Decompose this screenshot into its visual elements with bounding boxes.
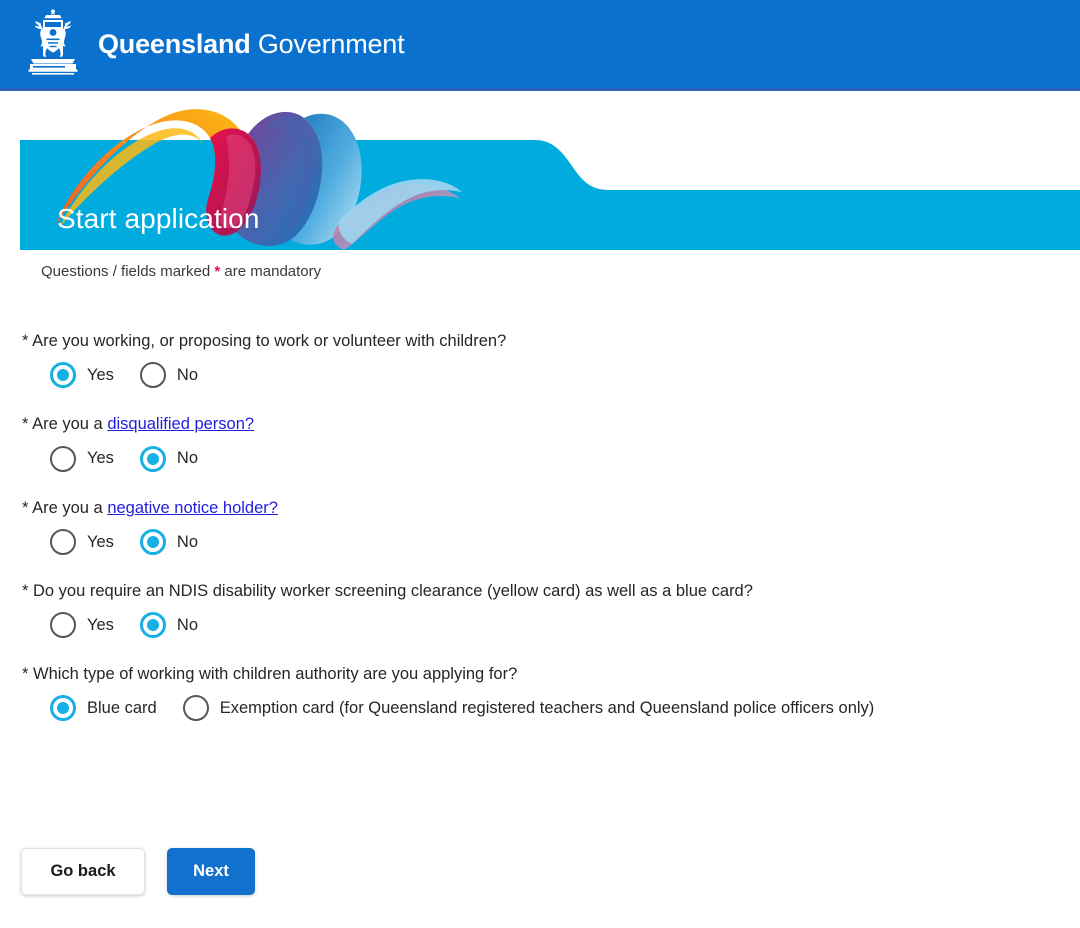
radio-label: Yes (87, 532, 114, 551)
radio-option-ndis-yes[interactable]: Yes (50, 612, 114, 639)
radio-option-negative-notice-yes[interactable]: Yes (50, 528, 114, 555)
radio-option-working-no[interactable]: No (139, 362, 199, 389)
brand-title-bold: Queensland (98, 28, 251, 59)
radio-indicator-selected[interactable] (50, 695, 76, 722)
radio-option-disqualified-no[interactable]: No (139, 445, 199, 472)
radio-option-ndis-no[interactable]: No (139, 612, 199, 639)
radio-label: No (176, 366, 199, 385)
mandatory-fields-note: Questions / fields marked * are mandator… (41, 262, 321, 282)
brand-title: Queensland Government (98, 28, 405, 59)
radio-label: Yes (87, 366, 114, 385)
radio-indicator-unselected[interactable] (50, 528, 76, 555)
radio-indicator-selected[interactable] (139, 445, 166, 472)
form-actions: Go back Next (21, 848, 255, 895)
radio-indicator-unselected[interactable] (50, 612, 76, 639)
radio-label: No (176, 615, 199, 634)
mandatory-note-suffix: are mandatory (220, 263, 322, 280)
brand-title-light: Government (257, 28, 405, 59)
mandatory-note-prefix: Questions / fields marked (41, 263, 215, 280)
radio-indicator-selected[interactable] (50, 362, 76, 389)
radio-label: Blue card (87, 699, 157, 718)
question-label: * Do you require an NDIS disability work… (22, 581, 753, 600)
radio-label: Yes (87, 615, 114, 634)
radio-label: No (176, 532, 199, 551)
radio-option-exemption-card[interactable]: Exemption card (for Queensland registere… (182, 695, 875, 722)
question-block-authority-type: * Which type of working with children au… (22, 663, 1072, 722)
next-button[interactable]: Next (167, 848, 255, 895)
question-block-working-with-children: * Are you working, or proposing to work … (22, 330, 1072, 389)
question-label: * Which type of working with children au… (22, 665, 518, 684)
radio-label: Exemption card (for Queensland registere… (219, 699, 875, 718)
question-text-before-link: * Are you a (22, 415, 108, 434)
negative-notice-holder-link[interactable]: negative notice holder? (107, 499, 278, 517)
start-application-form: * Are you working, or proposing to work … (22, 330, 1072, 746)
radio-option-disqualified-yes[interactable]: Yes (50, 445, 114, 472)
hero-banner: Start application (20, 100, 1080, 250)
radio-label: No (176, 449, 199, 468)
radio-group-working-with-children: Yes No (22, 362, 1072, 389)
queensland-coat-of-arms-icon (28, 9, 78, 75)
question-text-before-link: * Are you a (22, 498, 108, 517)
page-title: Start application (57, 203, 260, 234)
question-block-ndis-clearance: * Do you require an NDIS disability work… (22, 580, 1072, 639)
radio-indicator-unselected[interactable] (50, 445, 76, 472)
radio-option-blue-card[interactable]: Blue card (50, 695, 157, 722)
disqualified-person-link[interactable]: disqualified person? (107, 415, 254, 433)
radio-indicator-selected[interactable] (139, 528, 166, 555)
radio-indicator-unselected[interactable] (139, 362, 166, 389)
go-back-button[interactable]: Go back (21, 848, 145, 895)
radio-indicator-selected[interactable] (139, 612, 166, 639)
question-block-negative-notice-holder: * Are you a negative notice holder? Yes … (22, 497, 1072, 555)
question-label: * Are you a negative notice holder? (22, 497, 1072, 519)
radio-indicator-unselected[interactable] (182, 695, 209, 722)
radio-group-authority-type: Blue card Exemption card (for Queensland… (22, 695, 1072, 722)
question-label: * Are you working, or proposing to work … (22, 332, 507, 350)
question-label: * Are you a disqualified person? (22, 413, 1072, 435)
radio-group-disqualified-person: Yes No (22, 445, 1072, 472)
brand-lockup[interactable]: Queensland Government (22, 7, 405, 81)
radio-option-working-yes[interactable]: Yes (50, 362, 114, 389)
radio-option-negative-notice-no[interactable]: No (139, 528, 199, 555)
question-block-disqualified-person: * Are you a disqualified person? Yes No (22, 413, 1072, 472)
radio-group-ndis-clearance: Yes No (22, 612, 1072, 639)
radio-group-negative-notice-holder: Yes No (22, 528, 1072, 555)
radio-label: Yes (87, 449, 114, 468)
header-underline-divider (0, 88, 1080, 91)
government-header: Queensland Government (0, 0, 1080, 88)
